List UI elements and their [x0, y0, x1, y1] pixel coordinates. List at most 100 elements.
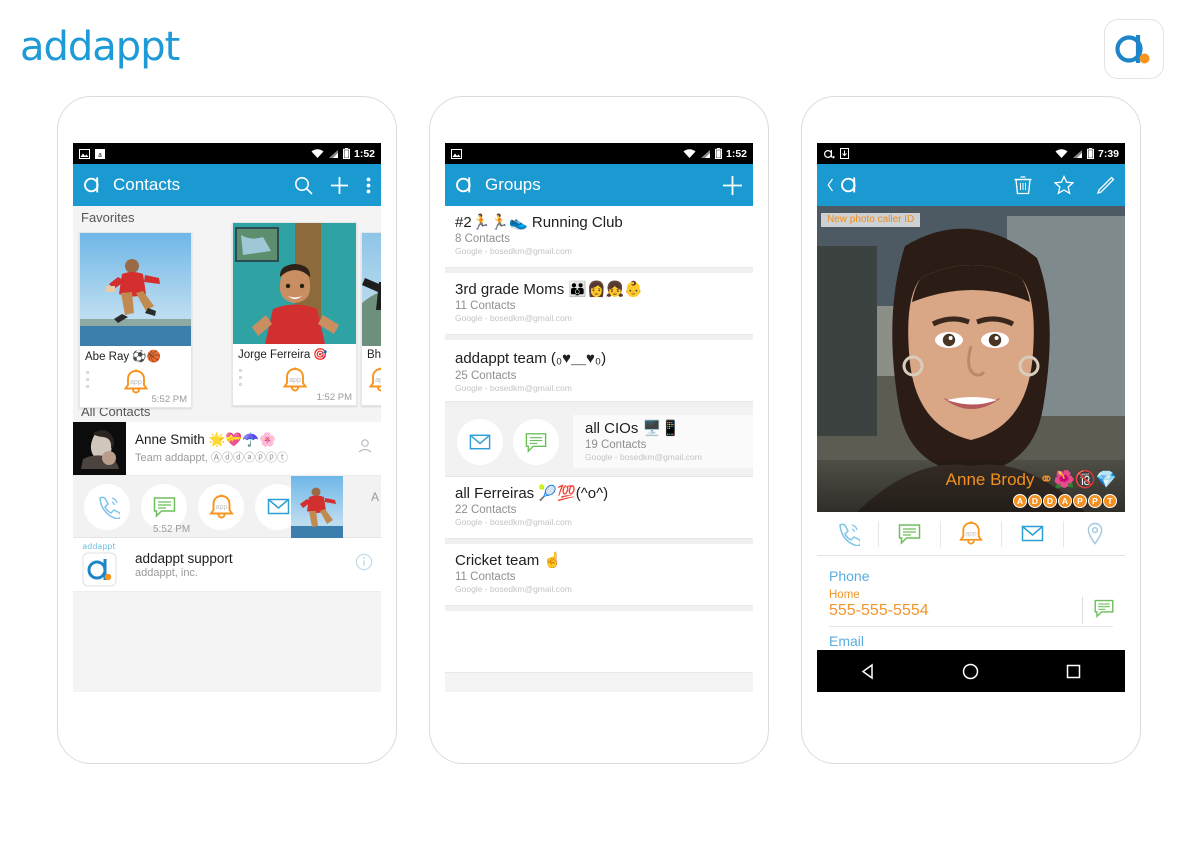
location-pin-icon[interactable] [1064, 521, 1125, 547]
contact-row[interactable]: addappt addappt support addappt, inc. [73, 538, 381, 592]
app-bar-title: Groups [485, 175, 541, 194]
group-row-expanded[interactable]: all CIOs 🖥️📱 19 Contacts Google - bosedk… [445, 407, 753, 477]
groups-body: #2🏃🏃👟 Running Club 8 Contacts Google - b… [445, 206, 753, 692]
call-icon[interactable] [84, 483, 130, 530]
status-bar: 7:39 [817, 143, 1125, 164]
contact-photo-hero[interactable]: New photo caller ID Anne Brody ⚭🌺🔞💎 A D … [817, 206, 1125, 512]
favorite-card[interactable]: Bhai app [361, 232, 381, 406]
next-contact-peek: A [370, 490, 379, 504]
addappt-bell-icon[interactable]: app [368, 366, 381, 394]
addappt-bell-icon[interactable]: app [282, 366, 308, 394]
info-icon[interactable] [355, 553, 373, 576]
svg-text:app: app [215, 504, 227, 511]
delete-icon[interactable] [1014, 175, 1032, 195]
group-row[interactable]: #2🏃🏃👟 Running Club 8 Contacts Google - b… [445, 206, 753, 268]
addappt-bell-icon[interactable]: app [123, 368, 149, 396]
group-count: 19 Contacts [585, 439, 647, 451]
contact-thumbnail[interactable] [291, 476, 343, 538]
addappt-pill: T [1103, 494, 1117, 508]
phone-frame-contacts: a 1:52 Contacts Favorites Abe Ray ⚽🏀 app… [57, 96, 397, 764]
favorites-strip[interactable]: Abe Ray ⚽🏀 app 5:52 PM Jorge Ferreira 🎯 … [73, 222, 381, 408]
favorite-time: 1:52 PM [316, 392, 352, 403]
group-row[interactable]: all Ferreiras 🎾💯(^o^) 22 Contacts Google… [445, 477, 753, 539]
nav-back-icon[interactable] [859, 662, 878, 681]
group-title: all CIOs 🖥️📱 [585, 420, 680, 437]
nav-recents-icon[interactable] [1064, 662, 1083, 681]
add-icon[interactable] [330, 176, 349, 195]
favorite-name: Jorge Ferreira 🎯 [238, 349, 328, 361]
svg-text:app: app [289, 377, 301, 384]
amazon-icon: a [95, 148, 105, 159]
contact-quick-actions[interactable]: app 5:52 PM A [73, 476, 381, 538]
add-icon[interactable] [722, 175, 743, 196]
contact-name: addappt support [135, 550, 233, 566]
contact-name: Anne Smith 🌟💝☂️🌸 [135, 432, 276, 447]
svg-text:app: app [375, 377, 381, 384]
avatar [73, 422, 126, 475]
group-title: #2🏃🏃👟 Running Club [455, 214, 623, 231]
favorite-card[interactable]: Abe Ray ⚽🏀 app 5:52 PM [79, 232, 192, 408]
android-nav-bar[interactable] [817, 650, 1125, 692]
signal-icon [1072, 149, 1082, 158]
avatar-photo [73, 422, 126, 475]
addappt-pill: P [1088, 494, 1102, 508]
email-icon[interactable] [1002, 520, 1065, 547]
search-icon[interactable] [294, 176, 313, 195]
addappt-logo-icon [456, 177, 471, 193]
favorite-more-dots[interactable] [239, 369, 242, 390]
group-count: 11 Contacts [455, 300, 516, 312]
group-title: 3rd grade Moms 👪👩👧👶 [455, 281, 644, 298]
app-bar-title: Contacts [113, 175, 181, 194]
addappt-bell-icon[interactable]: app [198, 483, 244, 530]
app-bar [817, 164, 1125, 206]
addappt-bell-icon[interactable]: app [941, 520, 1003, 547]
call-icon[interactable] [817, 520, 879, 547]
field-value[interactable]: 555-555-5554 [829, 602, 1113, 620]
favorite-name: Bhai [367, 349, 381, 361]
group-row-partial[interactable] [445, 611, 753, 673]
phone-field-row[interactable]: Home 555-555-5554 [829, 589, 1114, 624]
message-icon[interactable] [1082, 597, 1115, 624]
group-account: Google - bosedkm@gmail.com [455, 313, 572, 323]
group-row[interactable]: Cricket team ☝️ 11 Contacts Google - bos… [445, 544, 753, 606]
favorite-more-dots[interactable] [86, 371, 89, 392]
contact-name-text: Anne Brody [945, 470, 1035, 489]
contact-action-bar[interactable]: app [817, 512, 1125, 556]
message-icon[interactable] [513, 418, 559, 465]
person-add-icon[interactable] [357, 438, 373, 459]
message-icon[interactable] [141, 483, 187, 530]
group-count: 25 Contacts [455, 370, 517, 382]
contact-subtitle: addappt, inc. [135, 566, 198, 579]
group-row[interactable]: addappt team (₀♥＿♥₀) 25 Contacts Google … [445, 340, 753, 402]
screen-contacts: a 1:52 Contacts Favorites Abe Ray ⚽🏀 app… [73, 143, 381, 692]
status-clock: 7:39 [1097, 147, 1119, 160]
group-account: Google - bosedkm@gmail.com [455, 383, 572, 393]
contact-row[interactable]: Anne Smith 🌟💝☂️🌸 Team addappt, Ⓐⓓⓓⓐⓟⓟⓣ [73, 422, 381, 476]
favorite-time: 5:52 PM [151, 394, 187, 405]
favorite-photo [233, 223, 356, 344]
message-icon[interactable] [879, 520, 941, 547]
favorite-card[interactable]: Jorge Ferreira 🎯 app 1:52 PM [232, 222, 357, 406]
battery-icon [1086, 148, 1094, 159]
favorite-star-icon[interactable] [1054, 175, 1074, 195]
email-icon[interactable] [457, 418, 503, 465]
svg-text:a: a [98, 150, 102, 159]
addappt-logo-icon [84, 177, 99, 193]
poster-canvas: addappt a 1:52 Contacts Favorites Abe Ra… [0, 0, 1200, 853]
group-account: Google - bosedkm@gmail.com [455, 517, 572, 527]
group-count: 8 Contacts [455, 233, 510, 245]
group-row[interactable]: 3rd grade Moms 👪👩👧👶 11 Contacts Google -… [445, 273, 753, 335]
app-icon-badge [1104, 19, 1164, 79]
addappt-pill: D [1028, 494, 1042, 508]
back-icon[interactable] [827, 178, 834, 192]
overflow-icon[interactable] [366, 176, 371, 195]
edit-pencil-icon[interactable] [1096, 176, 1115, 195]
screen-contact-detail: 7:39 New photo caller ID Anne Brody ⚭🌺🔞💎… [817, 143, 1125, 692]
status-bar: 1:52 [445, 143, 753, 164]
signal-icon [328, 149, 338, 158]
nav-home-icon[interactable] [961, 662, 980, 681]
status-bar: a 1:52 [73, 143, 381, 164]
contacts-body: Favorites Abe Ray ⚽🏀 app 5:52 PM Jorge F… [73, 206, 381, 692]
contact-name-emoji: ⚭🌺🔞💎 [1039, 470, 1117, 489]
group-account: Google - bosedkm@gmail.com [455, 246, 572, 256]
